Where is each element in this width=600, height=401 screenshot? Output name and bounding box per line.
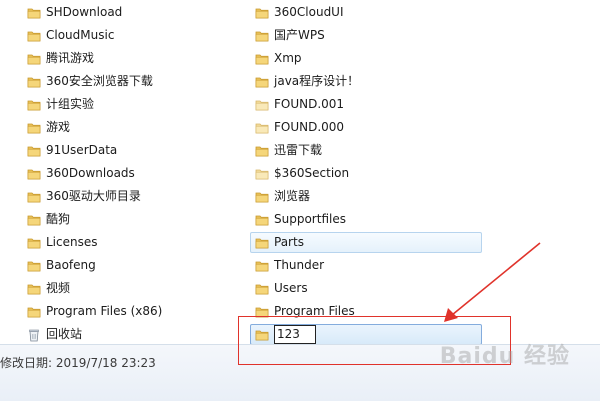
list-item[interactable]: 360安全浏览器下载	[22, 71, 232, 92]
list-item[interactable]: 腾讯游戏	[22, 48, 232, 69]
list-item-label: 游戏	[46, 120, 71, 134]
folder-icon	[255, 77, 269, 87]
list-item[interactable]: 360CloudUI	[250, 2, 482, 23]
file-column-right: 360CloudUI 国产WPS Xmp java程序设计！ FOUND.001…	[250, 2, 482, 347]
list-item[interactable]: Baofeng	[22, 255, 232, 276]
list-item-label: 91UserData	[46, 143, 118, 157]
list-item-label: 回收站	[46, 327, 83, 341]
list-item-label: 迅雷下载	[274, 143, 323, 157]
list-item[interactable]: Thunder	[250, 255, 482, 276]
list-item[interactable]: CloudMusic	[22, 25, 232, 46]
list-item-label: CloudMusic	[46, 28, 115, 42]
folder-icon	[27, 54, 41, 64]
list-item-label: SHDownload	[46, 5, 123, 19]
modified-date-text: 修改日期: 2019/7/18 23:23	[0, 356, 156, 370]
folder-icon	[255, 31, 269, 41]
folder-icon	[27, 100, 41, 110]
list-item[interactable]: 视频	[22, 278, 232, 299]
list-item-label: Thunder	[274, 258, 325, 272]
list-item[interactable]: 回收站	[22, 324, 232, 345]
folder-icon	[255, 307, 269, 317]
list-item-label: Supportfiles	[274, 212, 346, 226]
folder-icon	[27, 31, 41, 41]
list-item-label: FOUND.000	[274, 120, 345, 134]
folder-icon	[255, 192, 269, 202]
folder-icon	[27, 284, 41, 294]
list-item-label: 国产WPS	[274, 28, 325, 42]
file-list-pane: SHDownload CloudMusic 腾讯游戏 360安全浏览器下载 计组…	[0, 0, 600, 345]
list-item-label: $360Section	[274, 166, 350, 180]
list-item-label: Program Files	[274, 304, 355, 318]
folder-icon	[27, 123, 41, 133]
folder-icon	[255, 330, 269, 340]
list-item[interactable]: 360Downloads	[22, 163, 232, 184]
folder-icon	[27, 261, 41, 271]
list-item[interactable]: 360驱动大师目录	[22, 186, 232, 207]
list-item[interactable]: 浏览器	[250, 186, 482, 207]
list-item[interactable]: $360Section	[250, 163, 482, 184]
list-item[interactable]: 酷狗	[22, 209, 232, 230]
list-item[interactable]: 国产WPS	[250, 25, 482, 46]
list-item[interactable]: Licenses	[22, 232, 232, 253]
list-item[interactable]: Xmp	[250, 48, 482, 69]
list-item-label: Program Files (x86)	[46, 304, 163, 318]
list-item-label: 360安全浏览器下载	[46, 74, 153, 88]
watermark: Baidu 经验	[439, 344, 570, 369]
folder-icon	[255, 54, 269, 64]
folder-icon	[255, 261, 269, 271]
list-item-label: 360Downloads	[46, 166, 135, 180]
list-item-label: 360CloudUI	[274, 5, 344, 19]
folder-icon	[255, 8, 269, 18]
list-item-label: 浏览器	[274, 189, 311, 203]
list-item-label: 视频	[46, 281, 71, 295]
list-item-label: 腾讯游戏	[46, 51, 95, 65]
list-item-label: 酷狗	[46, 212, 71, 226]
list-item[interactable]: 91UserData	[22, 140, 232, 161]
list-item-label: Baofeng	[46, 258, 96, 272]
file-column-left: SHDownload CloudMusic 腾讯游戏 360安全浏览器下载 计组…	[22, 2, 232, 347]
list-item-hovered[interactable]: Parts	[250, 232, 482, 253]
folder-icon	[27, 169, 41, 179]
folder-icon	[27, 307, 41, 317]
list-item[interactable]: Program Files (x86)	[22, 301, 232, 322]
folder-icon	[255, 123, 269, 133]
list-item[interactable]: Users	[250, 278, 482, 299]
folder-icon	[27, 192, 41, 202]
list-item-label: FOUND.001	[274, 97, 345, 111]
list-item[interactable]: java程序设计！	[250, 71, 482, 92]
list-item[interactable]: FOUND.000	[250, 117, 482, 138]
list-item-label: 计组实验	[46, 97, 95, 111]
list-item-label: Parts	[274, 235, 304, 249]
rename-input[interactable]: 123	[274, 325, 316, 344]
list-item-label: Licenses	[46, 235, 98, 249]
list-item[interactable]: SHDownload	[22, 2, 232, 23]
folder-icon	[255, 215, 269, 225]
folder-icon	[255, 100, 269, 110]
list-item[interactable]: Supportfiles	[250, 209, 482, 230]
folder-icon	[27, 8, 41, 18]
list-item-label: 360驱动大师目录	[46, 189, 141, 203]
list-item[interactable]: 游戏	[22, 117, 232, 138]
folder-icon	[255, 284, 269, 294]
list-item[interactable]: Program Files	[250, 301, 482, 322]
folder-icon	[27, 77, 41, 87]
recycle-bin-icon	[29, 329, 39, 341]
folder-icon	[27, 215, 41, 225]
list-item-label: Users	[274, 281, 308, 295]
list-item[interactable]: 迅雷下载	[250, 140, 482, 161]
folder-icon	[255, 146, 269, 156]
list-item-label: java程序设计！	[274, 74, 360, 88]
folder-icon	[27, 238, 41, 248]
folder-icon	[255, 238, 269, 248]
list-item[interactable]: 计组实验	[22, 94, 232, 115]
folder-icon	[27, 146, 41, 156]
list-item[interactable]: FOUND.001	[250, 94, 482, 115]
list-item-label: Xmp	[274, 51, 302, 65]
folder-icon	[255, 169, 269, 179]
